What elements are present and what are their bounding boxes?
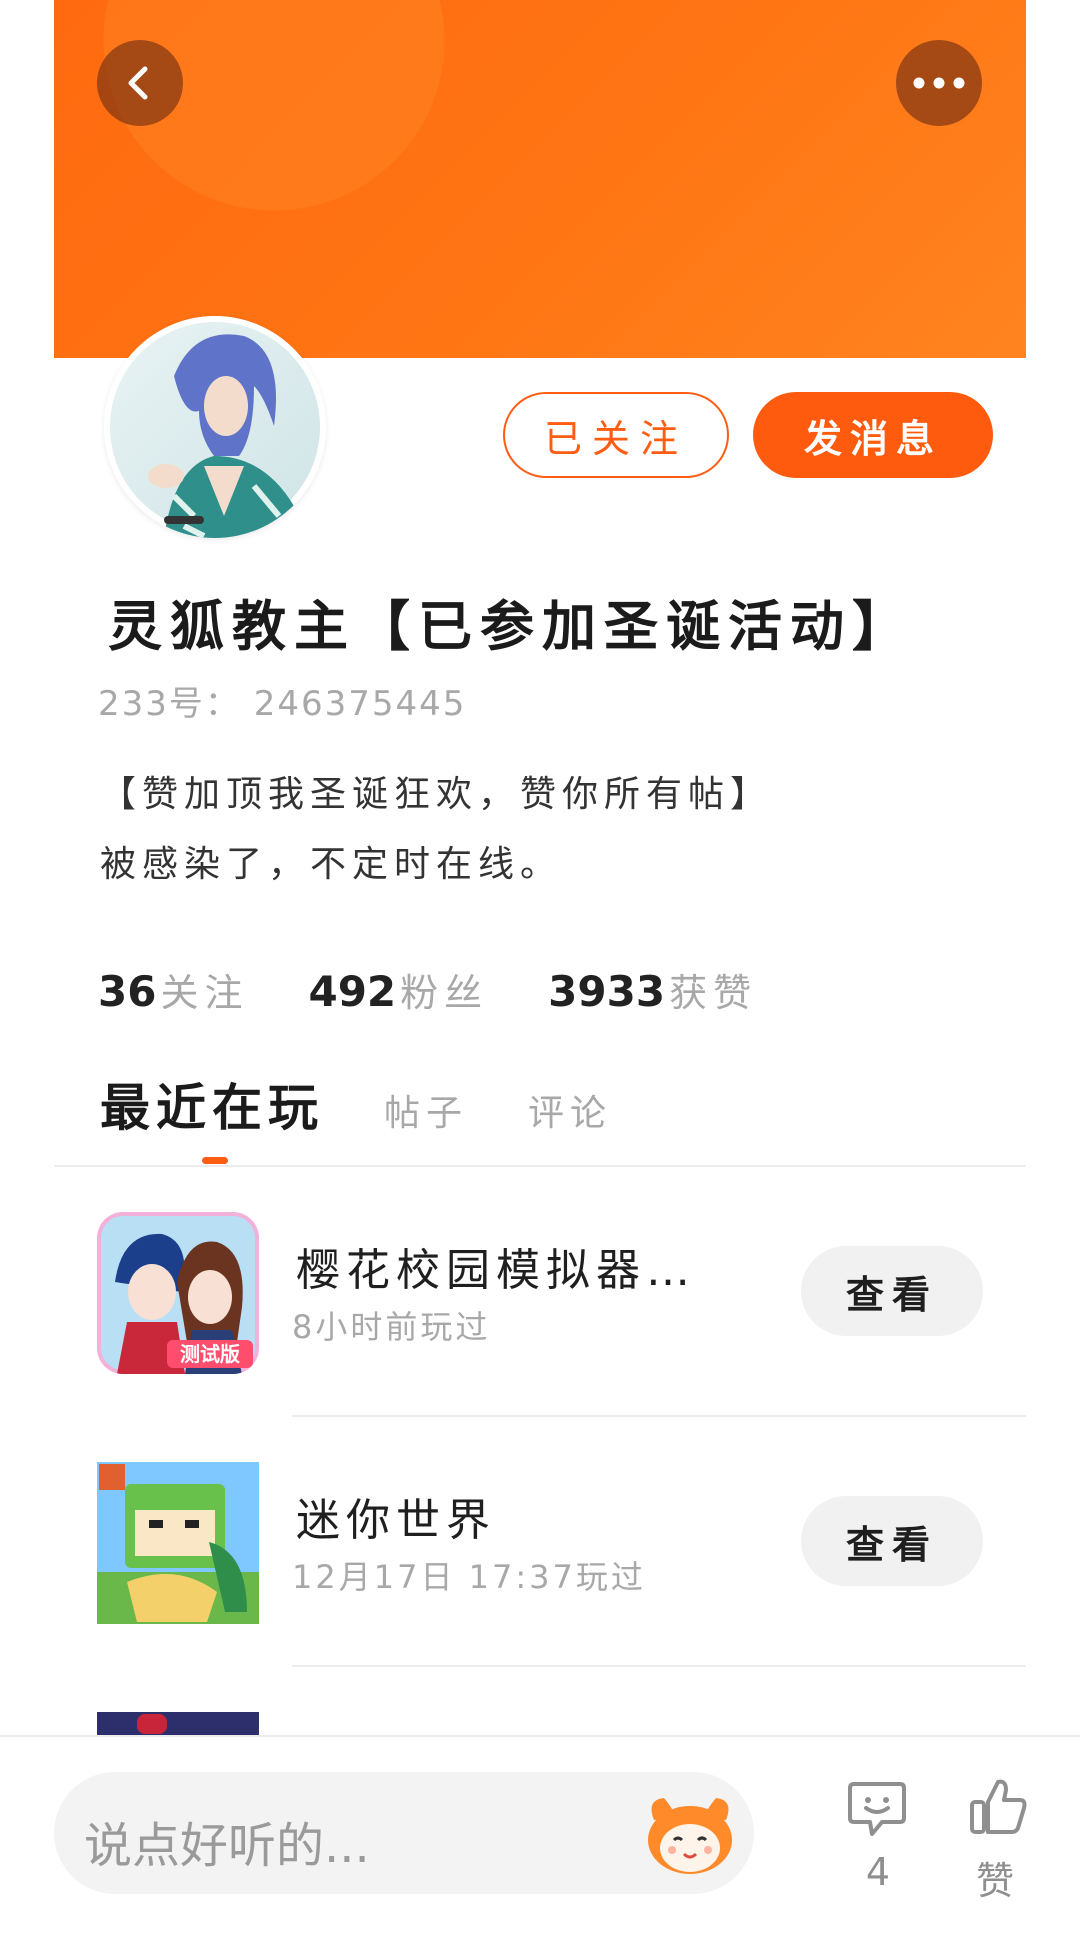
game-icon[interactable] [97, 1712, 259, 1736]
game-last-played: 12月17日 17:37玩过 [292, 1558, 646, 1596]
user-id: 233号： 246375445 [98, 684, 467, 724]
avatar[interactable] [104, 316, 326, 538]
stat-following[interactable]: 36 关注 [98, 962, 248, 1017]
stat-label: 粉丝 [400, 971, 489, 1015]
comment-count: 4 [865, 1850, 891, 1894]
chevron-left-icon [128, 66, 148, 100]
tab-comments[interactable]: 评论 [528, 1084, 612, 1136]
stat-number: 3933 [548, 967, 666, 1016]
tab-posts[interactable]: 帖子 [384, 1084, 468, 1136]
profile-tabs: 最近在玩 帖子 评论 [100, 1068, 612, 1140]
like-label[interactable]: 赞 [976, 1850, 1014, 1905]
send-message-button[interactable]: 发消息 [753, 392, 993, 478]
tab-recently-played[interactable]: 最近在玩 [100, 1068, 324, 1140]
mascot-emoji-icon[interactable] [644, 1790, 736, 1876]
comment-placeholder: 说点好听的... [84, 1818, 370, 1874]
profile-banner [54, 0, 1026, 358]
back-button[interactable] [97, 40, 183, 126]
game-icon[interactable] [97, 1462, 259, 1624]
stat-label: 获赞 [669, 971, 758, 1015]
bio: 【赞加顶我圣诞狂欢，赞你所有帖】 被感染了，不定时在线。 [100, 760, 772, 900]
divider [292, 1665, 1026, 1667]
stats-row: 36 关注 492 粉丝 3933 获赞 [98, 962, 817, 1017]
username: 灵狐教主【已参加圣诞活动】 [108, 595, 914, 658]
divider [54, 1165, 1026, 1167]
stat-label: 关注 [160, 971, 249, 1015]
game-last-played: 8小时前玩过 [292, 1308, 491, 1346]
divider [292, 1415, 1026, 1417]
comment-icon[interactable] [846, 1778, 908, 1840]
tab-indicator [202, 1157, 228, 1164]
view-button[interactable]: 查看 [801, 1246, 983, 1336]
stat-number: 36 [98, 967, 157, 1016]
game-title: 樱花校园模拟器… [296, 1245, 696, 1296]
more-button[interactable] [896, 40, 982, 126]
stat-fans[interactable]: 492 粉丝 [308, 962, 488, 1017]
bio-line: 【赞加顶我圣诞狂欢，赞你所有帖】 [100, 774, 773, 815]
bio-line: 被感染了，不定时在线。 [100, 844, 563, 885]
more-dots-icon [913, 77, 965, 89]
game-icon[interactable]: 测试版 [97, 1212, 259, 1374]
followed-button[interactable]: 已关注 [503, 392, 729, 478]
game-badge: 测试版 [180, 1342, 240, 1366]
view-button[interactable]: 查看 [801, 1496, 983, 1586]
thumbs-up-icon[interactable] [968, 1776, 1028, 1838]
stat-likes[interactable]: 3933 获赞 [548, 962, 757, 1017]
stat-number: 492 [308, 967, 397, 1016]
game-title: 迷你世界 [296, 1495, 496, 1546]
